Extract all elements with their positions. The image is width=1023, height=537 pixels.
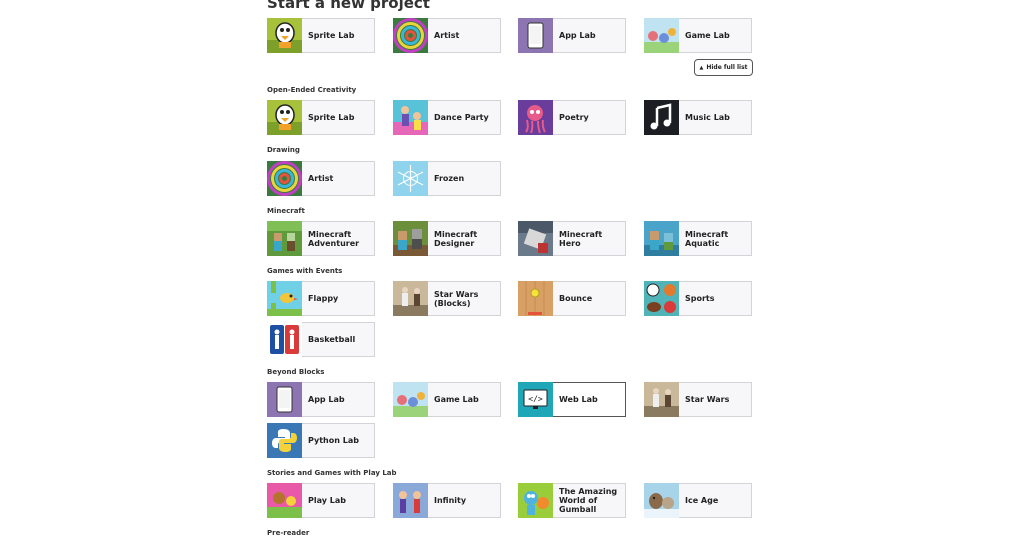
tile-amazing-world-of-gumball[interactable]: The Amazing World of Gumball: [518, 483, 626, 518]
tile-label: Frozen: [434, 174, 465, 183]
tile-python-lab[interactable]: Python Lab: [267, 423, 375, 458]
tile-label: Play Lab: [308, 496, 346, 505]
tile-app-lab[interactable]: App Lab: [267, 382, 375, 417]
section-title-beyond-blocks: Beyond Blocks: [267, 368, 325, 376]
tile-label: Dance Party: [434, 113, 489, 122]
featured-tile-sprite-lab[interactable]: Sprite Lab: [267, 18, 375, 53]
tile-label: Minecraft Adventurer: [308, 229, 360, 248]
tile-label: Minecraft Aquatic: [685, 229, 729, 248]
star-wars-thumbnail-icon: [644, 382, 679, 417]
frozen-thumbnail-icon: [393, 161, 428, 196]
tile-artist[interactable]: Artist: [267, 161, 375, 196]
tile-bounce[interactable]: Bounce: [518, 281, 626, 316]
python-lab-thumbnail-icon: [267, 423, 302, 458]
section-title-open-ended-creativity: Open-Ended Creativity: [267, 86, 357, 94]
minecraft-designer-thumbnail-icon: [393, 221, 428, 256]
tile-label: The Amazing World of Gumball: [559, 487, 618, 514]
tile-label: Artist: [308, 174, 334, 183]
tile-label: Music Lab: [685, 113, 730, 122]
minecraft-aquatic-thumbnail-icon: [644, 221, 679, 256]
tile-label: Basketball: [308, 335, 356, 344]
hide-full-list-button[interactable]: ▲ Hide full list: [694, 59, 753, 76]
game-lab-thumbnail-icon: [393, 382, 428, 417]
tile-poetry[interactable]: Poetry: [518, 100, 626, 135]
tile-label: Sprite Lab: [308, 113, 355, 122]
minecraft-adventurer-thumbnail-icon: [267, 221, 302, 256]
section-title-drawing: Drawing: [267, 146, 300, 154]
tile-music-lab[interactable]: Music Lab: [644, 100, 752, 135]
tile-label: Game Lab: [434, 395, 479, 404]
tile-star-wars-blocks[interactable]: Star Wars (Blocks): [393, 281, 501, 316]
app-lab-thumbnail-icon: [267, 382, 302, 417]
tile-flappy[interactable]: Flappy: [267, 281, 375, 316]
tile-label: App Lab: [308, 395, 345, 404]
tile-label: Web Lab: [559, 395, 598, 404]
tile-label: Infinity: [434, 496, 467, 505]
app-lab-thumbnail-icon: [518, 18, 553, 53]
tile-infinity[interactable]: Infinity: [393, 483, 501, 518]
tile-label: Flappy: [308, 294, 339, 303]
tile-label: Artist: [434, 31, 460, 40]
poetry-thumbnail-icon: [518, 100, 553, 135]
artist-thumbnail-icon: [267, 161, 302, 196]
hide-full-list-label: Hide full list: [706, 64, 748, 71]
featured-tile-artist[interactable]: Artist: [393, 18, 501, 53]
tile-minecraft-hero[interactable]: Minecraft Hero: [518, 221, 626, 256]
flappy-thumbnail-icon: [267, 281, 302, 316]
tile-minecraft-adventurer[interactable]: Minecraft Adventurer: [267, 221, 375, 256]
featured-tile-game-lab[interactable]: Game Lab: [644, 18, 752, 53]
tile-label: Poetry: [559, 113, 589, 122]
play-lab-thumbnail-icon: [267, 483, 302, 518]
tile-label: Star Wars (Blocks): [434, 289, 479, 308]
tile-label: Minecraft Designer: [434, 229, 478, 248]
tile-label: Sports: [685, 294, 715, 303]
tile-sprite-lab[interactable]: Sprite Lab: [267, 100, 375, 135]
basketball-thumbnail-icon: [267, 322, 302, 357]
music-lab-thumbnail-icon: [644, 100, 679, 135]
tile-label: Minecraft Hero: [559, 229, 603, 248]
tile-star-wars[interactable]: Star Wars: [644, 382, 752, 417]
tile-label: App Lab: [559, 31, 596, 40]
tile-web-lab[interactable]: </> Web Lab: [518, 382, 626, 417]
tile-label: Game Lab: [685, 31, 730, 40]
tile-label: Ice Age: [685, 496, 719, 505]
tile-label: Star Wars: [685, 395, 730, 404]
tile-frozen[interactable]: Frozen: [393, 161, 501, 196]
web-lab-thumbnail-icon: </>: [518, 382, 553, 417]
section-title-games-with-events: Games with Events: [267, 267, 343, 275]
section-title-stories-and-games: Stories and Games with Play Lab: [267, 469, 397, 477]
tile-game-lab[interactable]: Game Lab: [393, 382, 501, 417]
sprite-lab-thumbnail-icon: [267, 100, 302, 135]
tile-minecraft-designer[interactable]: Minecraft Designer: [393, 221, 501, 256]
tile-label: Sprite Lab: [308, 31, 355, 40]
gumball-thumbnail-icon: [518, 483, 553, 518]
tile-play-lab[interactable]: Play Lab: [267, 483, 375, 518]
tile-sports[interactable]: Sports: [644, 281, 752, 316]
tile-label: Bounce: [559, 294, 593, 303]
section-title-minecraft: Minecraft: [267, 207, 305, 215]
game-lab-thumbnail-icon: [644, 18, 679, 53]
svg-text:</>: </>: [528, 395, 543, 404]
sports-thumbnail-icon: [644, 281, 679, 316]
section-title-pre-reader: Pre-reader: [267, 529, 310, 537]
tile-minecraft-aquatic[interactable]: Minecraft Aquatic: [644, 221, 752, 256]
ice-age-thumbnail-icon: [644, 483, 679, 518]
artist-thumbnail-icon: [393, 18, 428, 53]
star-wars-blocks-thumbnail-icon: [393, 281, 428, 316]
minecraft-hero-thumbnail-icon: [518, 221, 553, 256]
dance-party-thumbnail-icon: [393, 100, 428, 135]
tile-label: Python Lab: [308, 436, 359, 445]
tile-dance-party[interactable]: Dance Party: [393, 100, 501, 135]
featured-tile-app-lab[interactable]: App Lab: [518, 18, 626, 53]
tile-basketball[interactable]: Basketball: [267, 322, 375, 357]
sprite-lab-thumbnail-icon: [267, 18, 302, 53]
infinity-thumbnail-icon: [393, 483, 428, 518]
caret-up-icon: ▲: [699, 64, 704, 71]
page-title: Start a new project: [267, 0, 430, 12]
bounce-thumbnail-icon: [518, 281, 553, 316]
tile-ice-age[interactable]: Ice Age: [644, 483, 752, 518]
